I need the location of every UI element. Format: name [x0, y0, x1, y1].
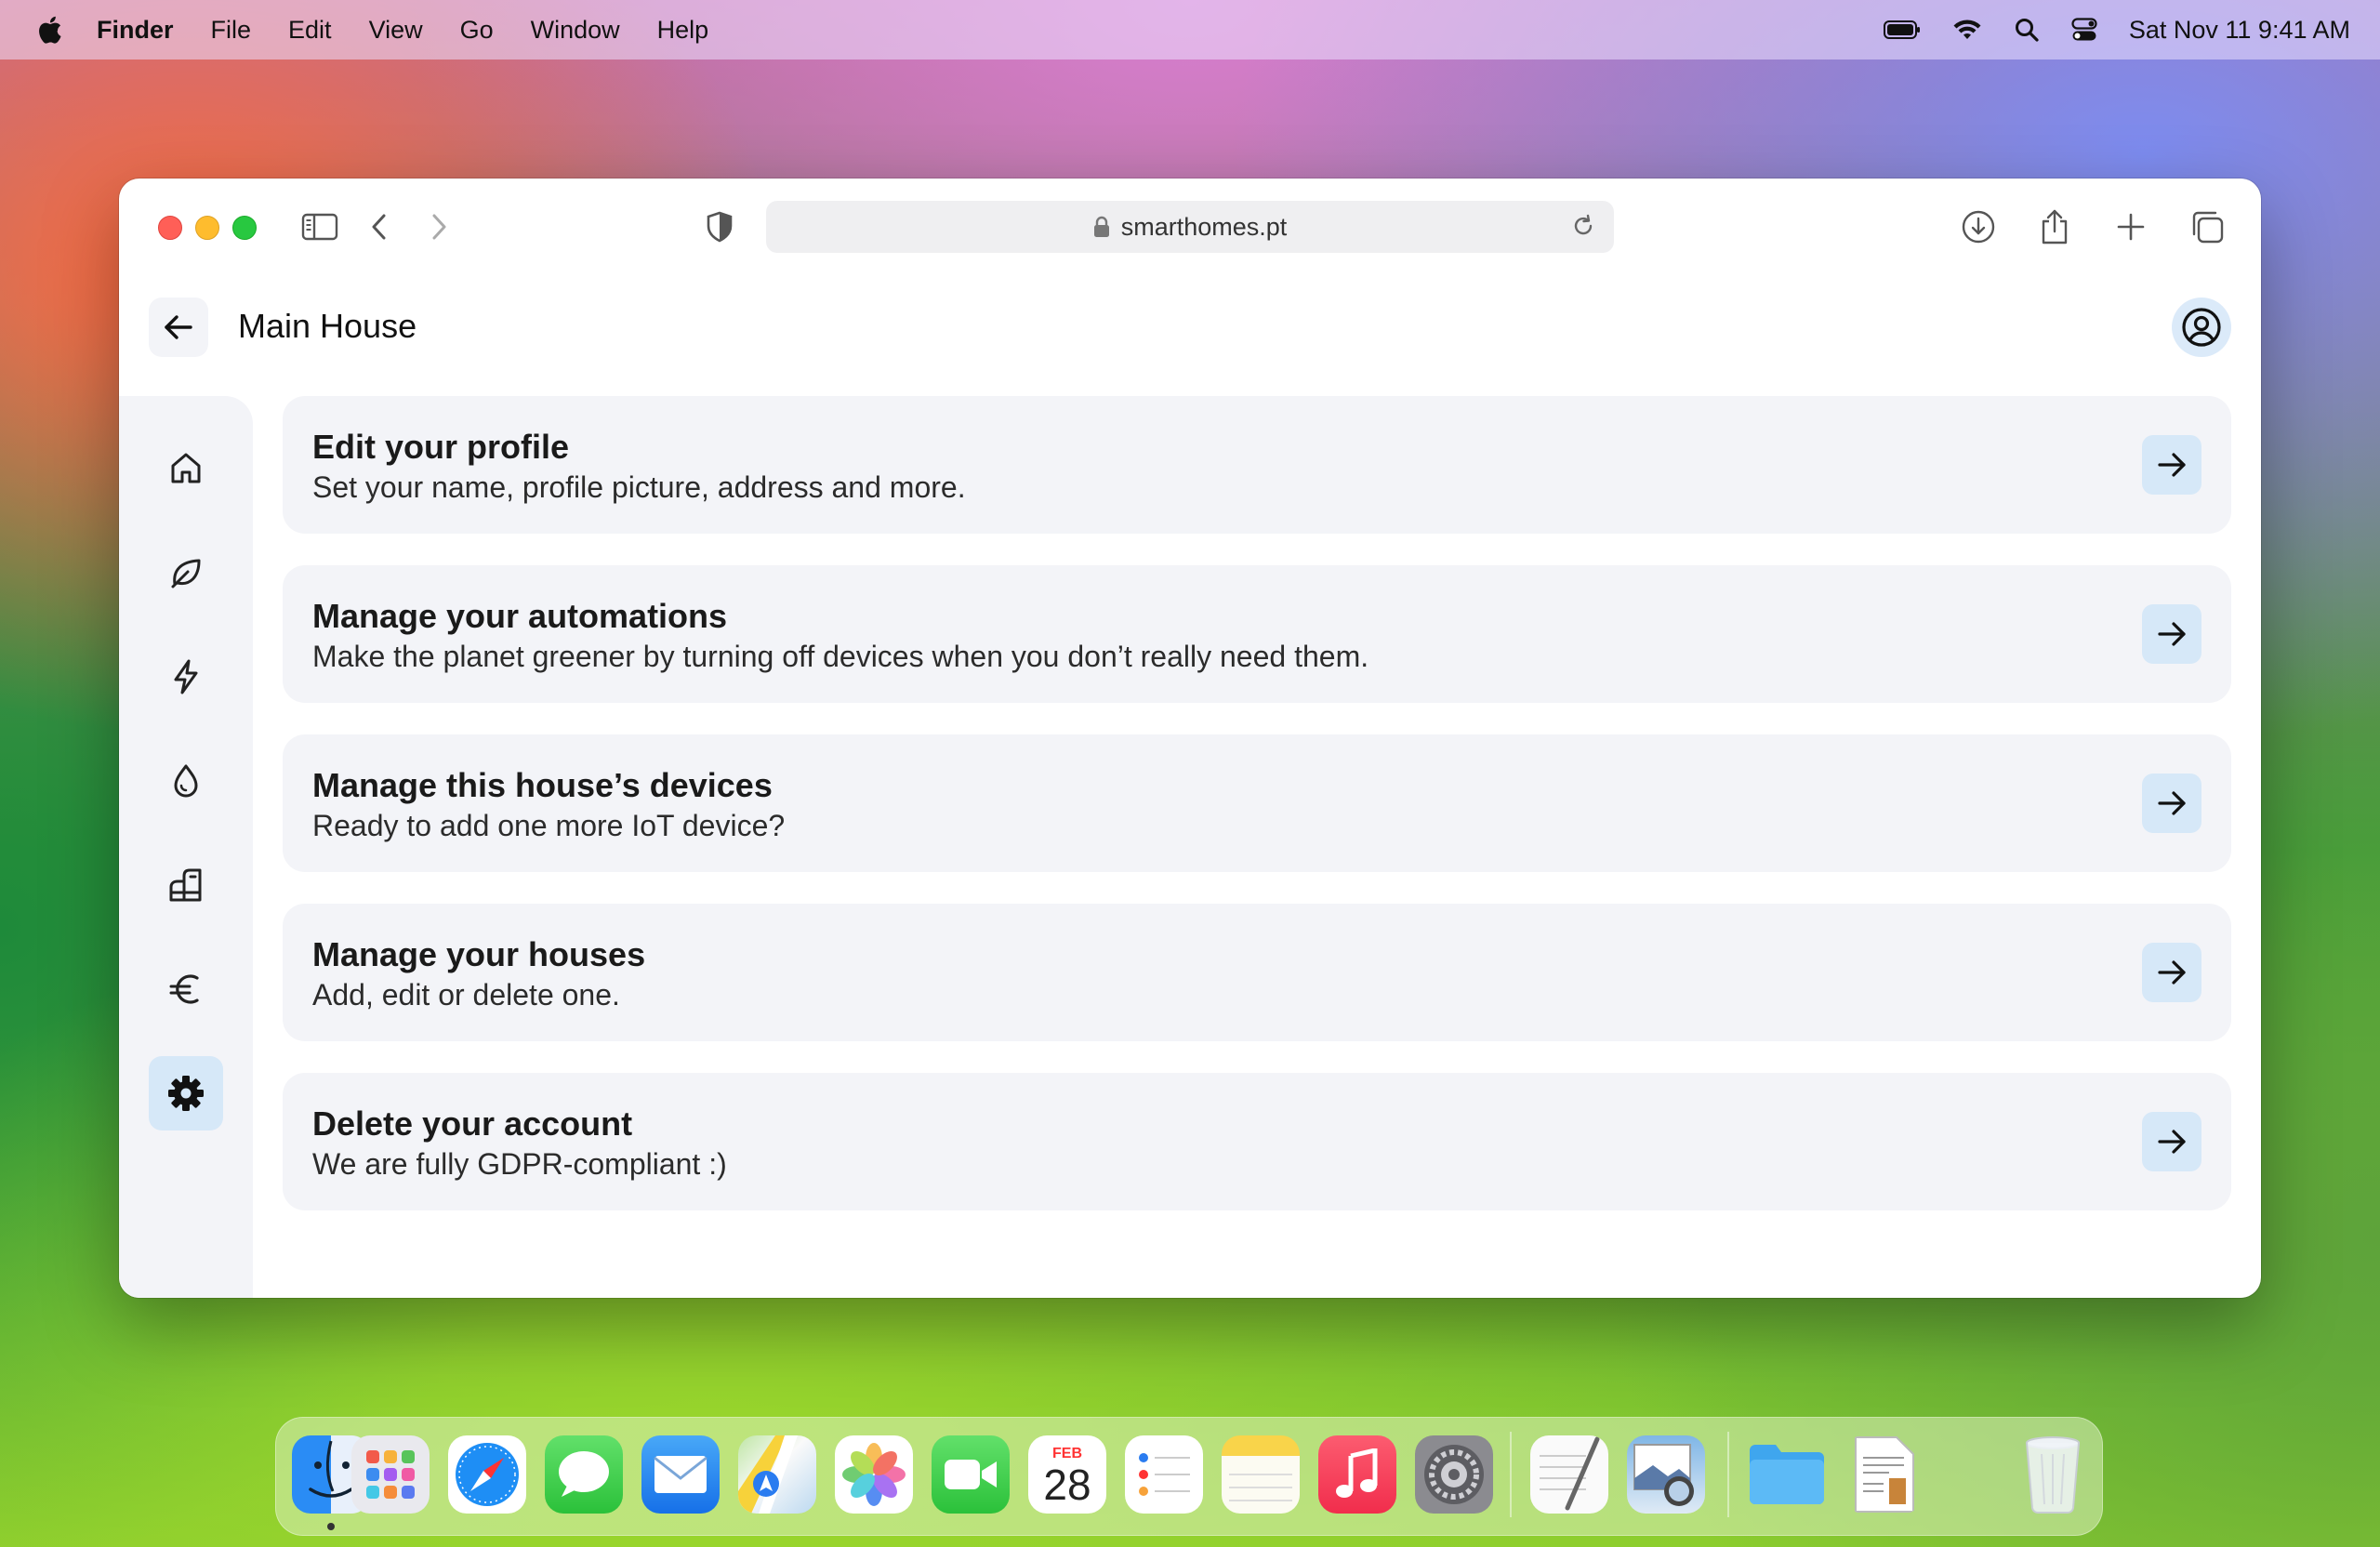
dock-calendar-icon[interactable]: FEB 28 [1028, 1435, 1106, 1514]
dock-messages-icon[interactable] [545, 1435, 623, 1514]
menu-edit[interactable]: Edit [288, 16, 332, 45]
menu-file[interactable]: File [211, 16, 252, 45]
arrow-right-icon [2158, 453, 2186, 477]
dock-trash-icon[interactable] [2014, 1435, 2092, 1514]
page-title: Main House [238, 307, 417, 345]
app-header: Main House [119, 275, 2261, 387]
sidebar-item-sustainability[interactable] [149, 536, 223, 610]
devices-arrow-button[interactable] [2142, 774, 2202, 833]
battery-icon[interactable] [1883, 20, 1921, 39]
card-edit-profile[interactable]: Edit your profile Set your name, profile… [283, 396, 2231, 534]
dock-textedit-icon[interactable] [1530, 1435, 1608, 1514]
calendar-day: 28 [1043, 1461, 1091, 1509]
wifi-icon[interactable] [1952, 19, 1982, 41]
sidebar [119, 396, 253, 1298]
dock-launchpad-icon[interactable] [351, 1435, 430, 1514]
home-icon [171, 453, 201, 483]
automations-arrow-button[interactable] [2142, 604, 2202, 664]
lightning-icon [174, 659, 198, 694]
menu-view[interactable]: View [369, 16, 423, 45]
spotlight-search-icon[interactable] [2014, 17, 2040, 43]
arrow-right-icon [2158, 1130, 2186, 1154]
dock-preview-icon[interactable] [1627, 1435, 1705, 1514]
back-button[interactable] [149, 298, 208, 357]
card-subtitle: Add, edit or delete one. [312, 978, 620, 1012]
sidebar-item-home[interactable] [149, 431, 223, 506]
menu-help[interactable]: Help [657, 16, 709, 45]
dock-mail-icon[interactable] [641, 1435, 720, 1514]
sidebar-item-costs[interactable] [149, 952, 223, 1026]
card-subtitle: Make the planet greener by turning off d… [312, 640, 1369, 673]
card-subtitle: We are fully GDPR-compliant :) [312, 1147, 727, 1181]
card-devices[interactable]: Manage this house’s devices Ready to add… [283, 734, 2231, 872]
dock-photos-icon[interactable] [835, 1435, 913, 1514]
finder-running-indicator [327, 1523, 335, 1530]
card-title: Edit your profile [312, 428, 570, 466]
arrow-right-icon [2158, 960, 2186, 985]
apple-logo-icon[interactable] [35, 14, 63, 46]
dock-music-icon[interactable] [1318, 1435, 1396, 1514]
close-window-button[interactable] [158, 216, 182, 240]
card-title: Manage your houses [312, 935, 646, 973]
dock-maps-icon[interactable] [738, 1435, 816, 1514]
share-icon[interactable] [2034, 206, 2075, 247]
dock-folder-icon[interactable] [1748, 1435, 1826, 1514]
menu-app-name[interactable]: Finder [97, 16, 174, 45]
arrow-right-icon [2158, 791, 2186, 815]
account-button[interactable] [2172, 298, 2231, 357]
delete-account-arrow-button[interactable] [2142, 1112, 2202, 1171]
card-subtitle: Ready to add one more IoT device? [312, 809, 786, 842]
sidebar-item-water[interactable] [149, 744, 223, 818]
card-automations[interactable]: Manage your automations Make the planet … [283, 565, 2231, 703]
forward-chevron-icon[interactable] [418, 206, 459, 247]
card-delete-account[interactable]: Delete your account We are fully GDPR-co… [283, 1073, 2231, 1210]
browser-toolbar: smarthomes.pt [119, 178, 2261, 275]
edit-profile-arrow-button[interactable] [2142, 435, 2202, 495]
card-title: Delete your account [312, 1104, 633, 1143]
menubar-clock[interactable]: Sat Nov 11 9:41 AM [2129, 16, 2350, 45]
menu-go[interactable]: Go [460, 16, 494, 45]
dock-safari-icon[interactable] [448, 1435, 526, 1514]
card-subtitle: Set your name, profile picture, address … [312, 470, 966, 504]
browser-window: smarthomes.pt Main House Edit your profi… [119, 178, 2261, 1298]
dock-system-settings-icon[interactable] [1415, 1435, 1493, 1514]
download-icon[interactable] [1958, 206, 1999, 247]
url-text[interactable]: smarthomes.pt [1121, 213, 1288, 242]
sidebar-item-settings[interactable] [149, 1056, 223, 1130]
arrow-left-icon [165, 315, 192, 339]
back-chevron-icon[interactable] [359, 206, 400, 247]
card-houses[interactable]: Manage your houses Add, edit or delete o… [283, 904, 2231, 1041]
dock-facetime-icon[interactable] [932, 1435, 1010, 1514]
minimize-window-button[interactable] [195, 216, 219, 240]
card-title: Manage your automations [312, 597, 728, 635]
dock-reminders-icon[interactable] [1125, 1435, 1203, 1514]
dock-separator [1727, 1432, 1729, 1517]
dock-document-icon[interactable] [1844, 1435, 1923, 1514]
new-tab-icon[interactable] [2110, 206, 2151, 247]
lock-icon [1093, 216, 1109, 237]
houses-arrow-button[interactable] [2142, 943, 2202, 1002]
address-bar[interactable]: smarthomes.pt [766, 201, 1614, 253]
reload-icon[interactable] [1569, 212, 1597, 240]
menu-window[interactable]: Window [531, 16, 620, 45]
water-drop-icon [174, 764, 198, 798]
user-circle-icon [2182, 308, 2221, 347]
dock-notes-icon[interactable] [1222, 1435, 1300, 1514]
tab-overview-icon[interactable] [2187, 206, 2228, 247]
zoom-window-button[interactable] [232, 216, 257, 240]
sidebar-toggle-icon[interactable] [299, 206, 340, 247]
leaf-icon [171, 559, 201, 588]
dock: FEB 28 [275, 1417, 2103, 1536]
appliance-icon [169, 868, 202, 902]
control-center-icon[interactable] [2071, 18, 2097, 42]
sidebar-item-appliances[interactable] [149, 848, 223, 922]
privacy-shield-icon[interactable] [699, 206, 740, 247]
euro-icon [169, 974, 199, 1004]
dock-separator [1510, 1432, 1512, 1517]
card-title: Manage this house’s devices [312, 766, 773, 804]
menu-bar: Finder File Edit View Go Window Help Sat… [0, 0, 2380, 60]
arrow-right-icon [2158, 622, 2186, 646]
gear-icon [168, 1076, 204, 1111]
sidebar-item-energy[interactable] [149, 640, 223, 714]
